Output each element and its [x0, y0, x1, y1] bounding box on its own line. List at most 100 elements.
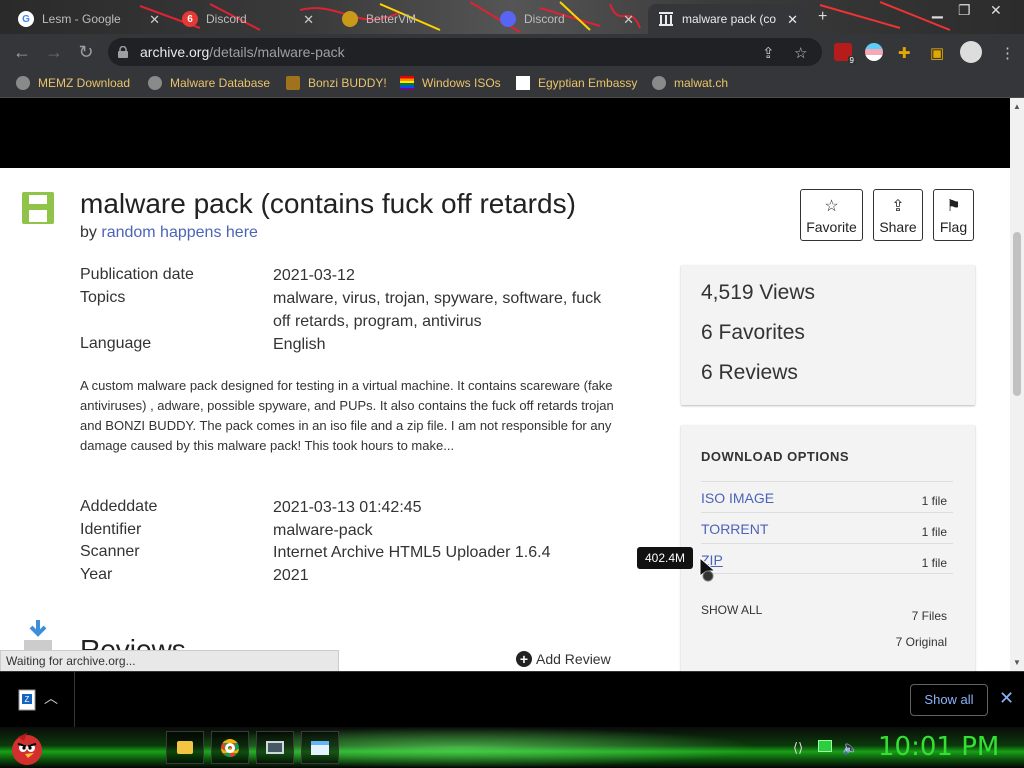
bookmark-windows-isos[interactable]: Windows ISOs — [400, 76, 501, 90]
reload-icon[interactable]: ↻ — [74, 40, 98, 64]
globe-icon — [148, 76, 162, 90]
scrollbar-thumb[interactable] — [1013, 232, 1021, 396]
taskbar-chrome[interactable] — [211, 731, 249, 764]
flag-button[interactable]: ⚑ Flag — [933, 189, 974, 241]
year-value[interactable]: 2021 — [273, 564, 613, 587]
topics-value[interactable]: malware, virus, trojan, spyware, softwar… — [273, 287, 613, 333]
close-icon[interactable]: ✕ — [787, 12, 798, 28]
tab-label: malware pack (co — [682, 12, 777, 26]
extension-badge: 9 — [847, 56, 856, 65]
bookmarks-bar: MEMZ Download Malware Database Bonzi BUD… — [0, 70, 1024, 98]
close-icon[interactable]: ✕ — [149, 12, 160, 28]
addeddate-value: 2021-03-13 01:42:45 — [273, 499, 422, 516]
tray-battery-icon[interactable] — [818, 740, 832, 752]
share-button[interactable]: ⇪ Share — [873, 189, 923, 241]
identifier-label: Identifier — [80, 521, 142, 538]
tab-label: Discord — [524, 12, 565, 26]
add-review-button[interactable]: + Add Review — [516, 651, 611, 667]
views-count: 4,519 Views — [701, 281, 816, 304]
profile-avatar-icon[interactable] — [960, 41, 982, 63]
window-icon — [311, 740, 329, 755]
divider — [74, 672, 75, 728]
side-panel-icon[interactable]: ▣ — [930, 44, 944, 62]
globe-icon — [652, 76, 666, 90]
addeddate-label: Addeddate — [80, 498, 158, 515]
taskbar-file-explorer[interactable] — [166, 731, 204, 764]
taskbar-control-panel[interactable] — [301, 731, 339, 764]
reviews-link[interactable]: 6 Reviews — [701, 361, 798, 385]
favorite-button[interactable]: ☆ Favorite — [800, 189, 863, 241]
share-page-icon[interactable]: ⇪ — [762, 44, 775, 62]
bonzi-icon — [286, 76, 300, 90]
taskbar-glow — [160, 727, 760, 768]
publication-date-label: Publication date — [80, 266, 194, 283]
stats-panel: 4,519 Views 6 Favorites 6 Reviews — [681, 265, 975, 405]
close-icon[interactable]: ✕ — [999, 688, 1014, 709]
rainbow-flag-icon — [400, 76, 414, 90]
chrome-icon — [221, 738, 239, 757]
bookmark-malware-database[interactable]: Malware Database — [148, 76, 270, 90]
page-title: malware pack (contains fuck off retards) — [80, 188, 576, 219]
bookmark-malwatch[interactable]: malwat.ch — [652, 76, 728, 90]
lock-icon — [118, 46, 128, 58]
close-window-icon[interactable]: ✕ — [990, 2, 1002, 19]
close-icon[interactable]: ✕ — [303, 12, 314, 28]
scroll-up-icon[interactable]: ▲ — [1013, 102, 1021, 111]
svg-text:Z: Z — [25, 695, 30, 704]
tray-network-icon[interactable]: ⟨⟩ — [793, 740, 803, 756]
topics-label: Topics — [80, 289, 126, 306]
monitor-icon — [266, 741, 284, 754]
browser-toolbar: ← → ↻ archive.org/details/malware-pack ⇪… — [0, 34, 1024, 70]
show-all-files-link[interactable]: SHOW ALL — [701, 603, 762, 617]
download-link-iso[interactable]: ISO IMAGE — [701, 490, 774, 506]
maximize-icon[interactable]: ❐ — [958, 2, 971, 19]
tab-malware-pack[interactable]: malware pack (co ✕ — [648, 4, 806, 34]
download-options-panel: DOWNLOAD OPTIONS ISO IMAGE 1 file TORREN… — [681, 425, 975, 671]
minimize-icon[interactable]: ▁ — [932, 2, 943, 19]
bookmark-star-icon[interactable]: ☆ — [794, 44, 807, 62]
download-link-torrent[interactable]: TORRENT — [701, 521, 768, 537]
show-all-downloads-button[interactable]: Show all — [910, 684, 988, 716]
byline: by random happens here — [80, 224, 258, 241]
page-scrollbar[interactable]: ▲ ▼ — [1010, 98, 1024, 671]
taskbar-remote-desktop[interactable] — [256, 731, 294, 764]
new-tab-icon[interactable]: + — [818, 8, 827, 26]
extensions-puzzle-icon[interactable]: ✚ — [898, 44, 911, 62]
bookmark-egyptian-embassy[interactable]: Egyptian Embassy — [516, 76, 637, 90]
language-value[interactable]: English — [273, 333, 613, 356]
close-icon[interactable]: ✕ — [623, 12, 634, 28]
tray-volume-icon[interactable]: 🔈 — [842, 740, 858, 756]
discord-icon — [500, 11, 516, 27]
back-icon[interactable]: ← — [10, 40, 34, 64]
ublock-extension-icon[interactable]: 9 — [834, 43, 856, 65]
chevron-up-icon[interactable]: ︿ — [44, 688, 58, 708]
zip-file-icon: Z — [18, 689, 36, 711]
favorites-count: 6 Favorites — [701, 321, 805, 344]
bettervm-icon — [342, 11, 358, 27]
bookmark-memz[interactable]: MEMZ Download — [16, 76, 130, 90]
tab-discord-1[interactable]: 6 Discord ✕ — [172, 4, 322, 34]
tab-strip: G Lesm - Google ✕ 6 Discord ✕ BetterVM D… — [0, 0, 1024, 34]
bookmark-bonzi[interactable]: Bonzi BUDDY! — [286, 76, 387, 90]
author-link[interactable]: random happens here — [101, 224, 258, 241]
menu-kebab-icon[interactable]: ⋮ — [1000, 44, 1015, 62]
forward-icon[interactable]: → — [42, 40, 66, 64]
identifier-value: malware-pack — [273, 522, 373, 539]
taskbar: ⟨⟩ 🔈 10:01 PM — [0, 727, 1024, 768]
system-clock[interactable]: 10:01 PM — [878, 732, 999, 762]
file-count: 1 file — [921, 525, 947, 539]
tab-bettervm[interactable]: BetterVM — [332, 4, 482, 34]
tab-google[interactable]: G Lesm - Google ✕ — [8, 4, 168, 34]
angry-bird-start-icon[interactable] — [8, 729, 46, 767]
status-bubble: Waiting for archive.org... — [0, 650, 339, 672]
download-row-iso: ISO IMAGE 1 file — [701, 481, 953, 512]
scanner-label: Scanner — [80, 543, 140, 560]
publication-date-value[interactable]: 2021-03-12 — [273, 264, 613, 287]
download-options-heading: DOWNLOAD OPTIONS — [701, 449, 850, 464]
flag-icon: ⚑ — [946, 197, 961, 215]
flag-extension-icon[interactable] — [865, 43, 883, 61]
year-label: Year — [80, 566, 113, 583]
scroll-down-icon[interactable]: ▼ — [1013, 658, 1021, 667]
tab-discord-2[interactable]: Discord ✕ — [490, 4, 642, 34]
address-bar[interactable]: archive.org/details/malware-pack — [108, 38, 822, 66]
